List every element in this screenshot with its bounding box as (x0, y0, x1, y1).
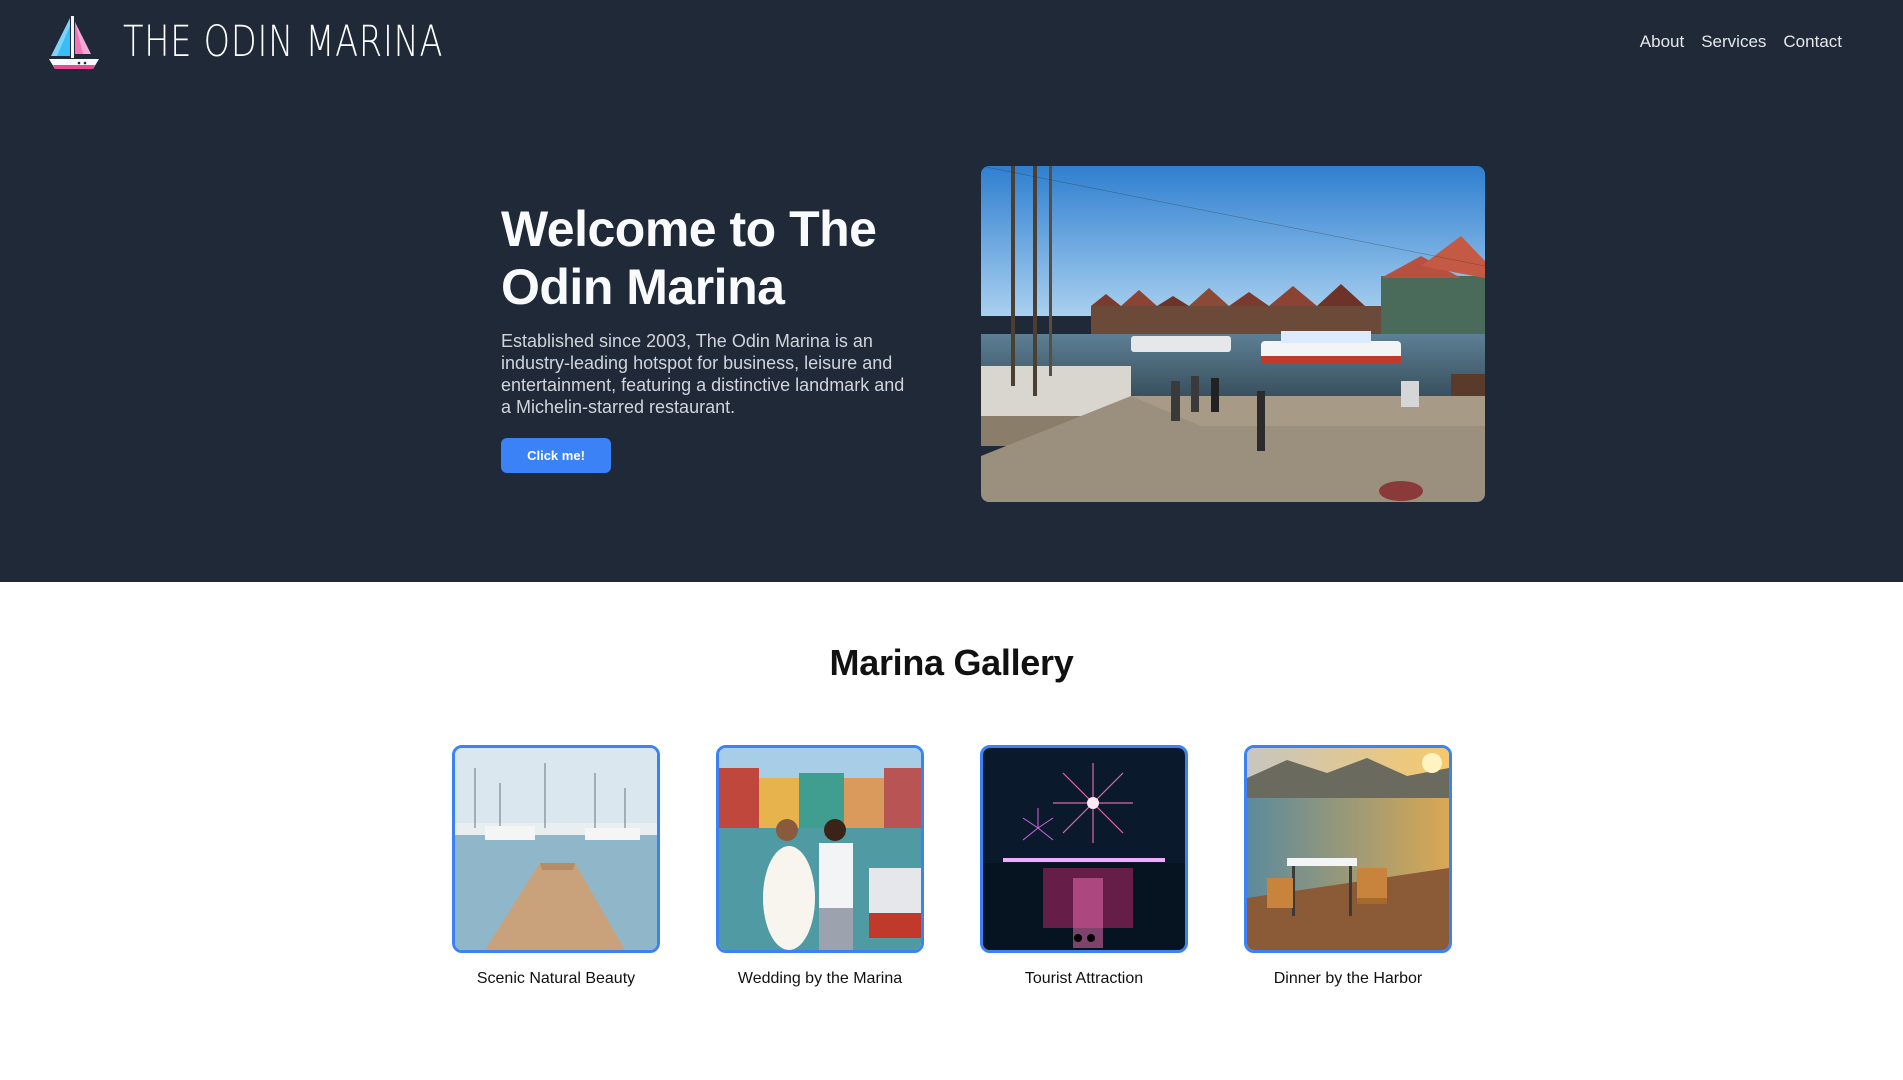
gallery-grid: Scenic Natural Beauty Wedding by the Mar… (452, 745, 1452, 988)
gallery-card[interactable]: Dinner by the Harbor (1244, 745, 1452, 988)
gallery-caption: Dinner by the Harbor (1273, 970, 1423, 987)
nav-link-about[interactable]: About (1640, 32, 1684, 52)
main-nav: About Services Contact (1640, 32, 1842, 52)
click-me-button[interactable]: Click me! (501, 438, 611, 473)
gallery-image-wedding[interactable] (716, 745, 924, 953)
gallery-caption: Tourist Attraction (1024, 970, 1144, 987)
hero-section: THE ODIN MARINA About Services Contact W… (0, 0, 1903, 582)
gallery-card[interactable]: Wedding by the Marina (716, 745, 924, 988)
brand-logo-link[interactable]: THE ODIN MARINA (45, 12, 534, 72)
nav-link-services[interactable]: Services (1701, 32, 1766, 52)
gallery-image-dinner[interactable] (1244, 745, 1452, 953)
gallery-image-scenic[interactable] (452, 745, 660, 953)
hero-text-block: Welcome to The Odin Marina Established s… (501, 200, 906, 473)
sailboat-icon (49, 16, 99, 69)
hero-title: Welcome to The Odin Marina (501, 201, 877, 315)
brand-name: THE ODIN MARINA (123, 16, 444, 67)
nav-link-contact[interactable]: Contact (1783, 32, 1842, 52)
gallery-caption: Wedding by the Marina (737, 970, 903, 987)
gallery-card[interactable]: Tourist Attraction (980, 745, 1188, 988)
gallery-card[interactable]: Scenic Natural Beauty (452, 745, 660, 988)
gallery-image-fireworks[interactable] (980, 745, 1188, 953)
hero-harbor-image (981, 166, 1485, 502)
hero-description: Established since 2003, The Odin Marina … (501, 331, 905, 417)
gallery-title: Marina Gallery (829, 642, 1074, 683)
gallery-caption: Scenic Natural Beauty (476, 970, 636, 987)
